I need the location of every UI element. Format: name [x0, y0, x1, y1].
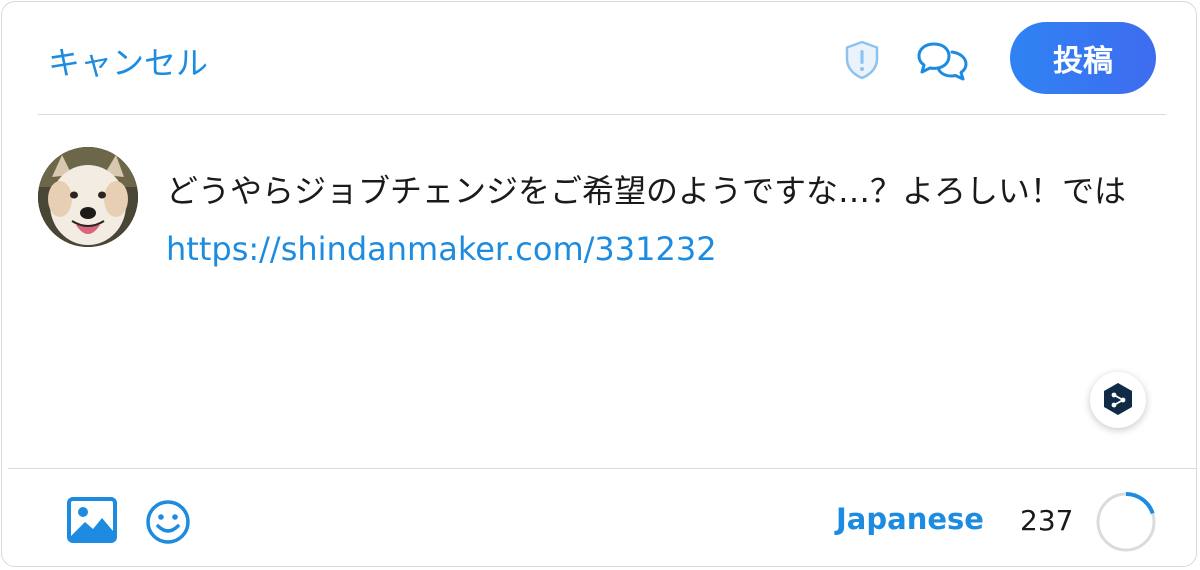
character-progress-ring [1094, 490, 1158, 554]
header-divider [38, 114, 1166, 115]
language-selector[interactable]: Japanese [836, 502, 984, 536]
compose-link[interactable]: https://shindanmaker.com/331232 [166, 230, 717, 268]
compose-text: どうやらジョブチェンジをご希望のようですな…？よろしい！では [166, 172, 1127, 210]
deepl-button[interactable] [1090, 372, 1146, 428]
chat-bubbles-icon[interactable] [916, 38, 970, 82]
remaining-character-count: 237 [1020, 504, 1074, 537]
avatar [38, 147, 138, 247]
post-button[interactable]: 投稿 [1010, 22, 1156, 94]
footer-divider [8, 468, 1196, 469]
emoji-icon[interactable] [144, 498, 192, 546]
shield-alert-icon[interactable] [840, 38, 884, 82]
cancel-button[interactable]: キャンセル [48, 38, 208, 84]
compose-window: キャンセル 投稿 どうやらジョブチェンジをご希望のようですな…？よろしい！では … [1, 1, 1197, 567]
compose-text-area[interactable]: どうやらジョブチェンジをご希望のようですな…？よろしい！では https://s… [166, 162, 1126, 278]
image-icon[interactable] [66, 496, 118, 544]
deepl-icon [1104, 383, 1132, 415]
